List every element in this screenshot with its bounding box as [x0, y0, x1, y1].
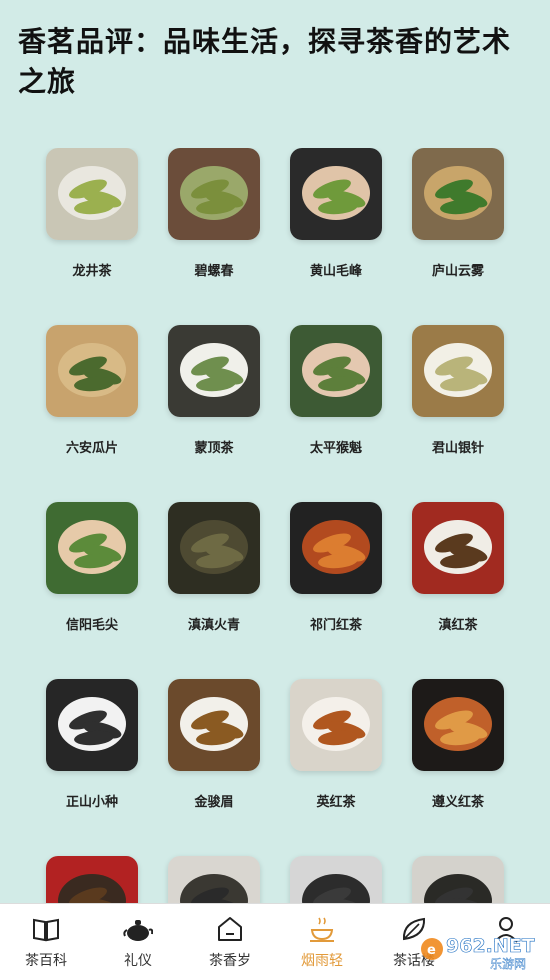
tea-image	[290, 856, 382, 908]
tea-item[interactable]: 金骏眉	[153, 679, 275, 829]
tea-item[interactable]: 龙井茶	[31, 148, 153, 298]
tab-label: 烟雨轻	[301, 953, 343, 969]
tea-name: 庐山云雾	[431, 264, 484, 279]
tea-image	[168, 502, 260, 594]
tea-image	[412, 679, 504, 771]
book-icon	[33, 918, 59, 942]
tab-label: 礼仪	[124, 953, 152, 969]
tea-item[interactable]: 祁门红茶	[275, 502, 397, 652]
tab-label: 茶香岁	[209, 953, 251, 969]
tea-name: 黄山毛峰	[309, 264, 362, 279]
tea-item[interactable]	[275, 856, 397, 908]
tea-name: 龙井茶	[72, 264, 112, 279]
tea-item[interactable]	[397, 856, 519, 908]
tea-item[interactable]	[31, 856, 153, 908]
tea-image	[46, 502, 138, 594]
tea-image	[46, 148, 138, 240]
tab-tea-encyclopedia[interactable]: 茶百科	[0, 904, 92, 980]
tab-tea-fragrance[interactable]: 茶香岁	[184, 904, 276, 980]
tea-name: 太平猴魁	[309, 441, 362, 456]
tea-name: 英红茶	[316, 795, 356, 810]
tea-item[interactable]: 庐山云雾	[397, 148, 519, 298]
teapot-icon	[123, 920, 153, 941]
tea-name: 六安瓜片	[65, 441, 118, 456]
tea-cup-icon	[310, 917, 334, 942]
tea-image	[168, 856, 260, 908]
tea-name: 祁门红茶	[309, 618, 362, 633]
tea-name: 金骏眉	[194, 795, 234, 810]
home-icon	[218, 917, 242, 941]
tea-item[interactable]: 滇红茶	[397, 502, 519, 652]
tea-image	[290, 679, 382, 771]
tea-image	[412, 502, 504, 594]
page-title: 香茗品评：品味生活，探寻茶香的艺术之旅	[18, 25, 512, 98]
tea-item[interactable]: 英红茶	[275, 679, 397, 829]
tea-name: 信阳毛尖	[65, 618, 118, 633]
tea-item[interactable]: 碧螺春	[153, 148, 275, 298]
tea-image	[46, 325, 138, 417]
tea-item[interactable]: 滇滇火青	[153, 502, 275, 652]
tea-item[interactable]: 正山小种	[31, 679, 153, 829]
tea-name: 君山银针	[431, 441, 484, 456]
tea-item[interactable]: 太平猴魁	[275, 325, 397, 475]
tea-item[interactable]: 六安瓜片	[31, 325, 153, 475]
tea-item[interactable]: 黄山毛峰	[275, 148, 397, 298]
tea-image	[290, 148, 382, 240]
tea-name: 蒙顶茶	[194, 441, 234, 456]
tea-image	[168, 148, 260, 240]
svg-text:乐游网: 乐游网	[490, 957, 526, 971]
tea-image	[412, 148, 504, 240]
tea-image	[168, 325, 260, 417]
tea-grid: 龙井茶 碧螺春 黄山毛峰 庐山云雾六安瓜片 蒙顶茶 太平猴魁 君山银针信阳毛尖 滇滇火青 祁门红…	[0, 148, 550, 908]
tea-item[interactable]: 君山银针	[397, 325, 519, 475]
tea-image	[412, 856, 504, 908]
tea-item[interactable]: 遵义红茶	[397, 679, 519, 829]
tea-item[interactable]	[153, 856, 275, 908]
tea-name: 滇滇火青	[187, 618, 240, 633]
tea-name: 遵义红茶	[431, 795, 484, 810]
tea-image	[412, 325, 504, 417]
tab-label: 茶百科	[25, 953, 67, 969]
tea-image	[290, 325, 382, 417]
tea-name: 碧螺春	[194, 264, 234, 279]
tea-item[interactable]: 信阳毛尖	[31, 502, 153, 652]
tab-misty-rain[interactable]: 烟雨轻	[276, 904, 368, 980]
tea-name: 滇红茶	[438, 618, 478, 633]
tea-image	[290, 502, 382, 594]
site-watermark-logo: e 962.NET 乐游网	[421, 935, 535, 971]
tea-image	[168, 679, 260, 771]
tea-item[interactable]: 蒙顶茶	[153, 325, 275, 475]
tab-etiquette[interactable]: 礼仪	[92, 904, 184, 980]
svg-text:e: e	[427, 943, 436, 958]
tea-image	[46, 679, 138, 771]
tea-name: 正山小种	[65, 795, 118, 810]
svg-text:962.NET: 962.NET	[446, 935, 535, 957]
tea-image	[46, 856, 138, 908]
